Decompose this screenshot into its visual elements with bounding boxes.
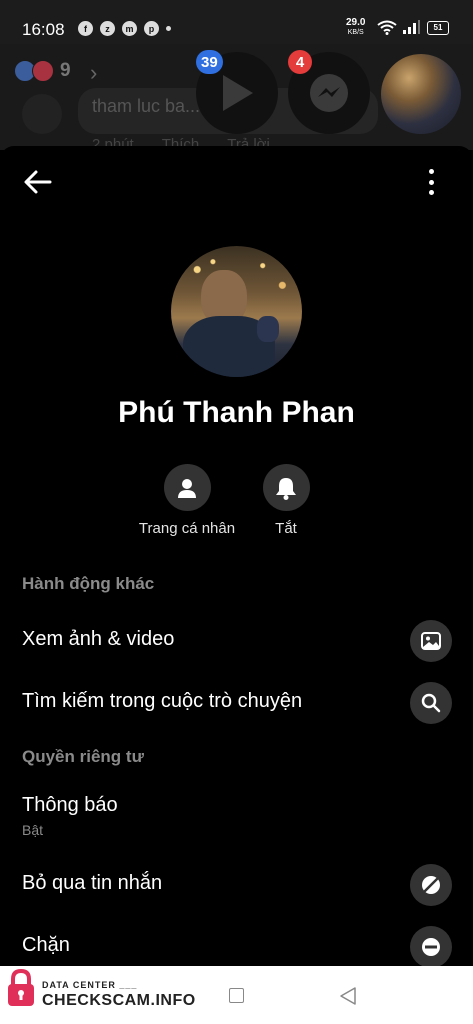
profile-name: Phú Thanh Phan — [118, 396, 355, 429]
reaction-count: 9 — [60, 60, 71, 81]
recents-button[interactable] — [229, 988, 244, 1003]
section-title-privacy: Quyền riêng tư — [22, 747, 144, 766]
chevron-right-icon: › — [90, 60, 98, 85]
search-conversation-label: Tìm kiếm trong cuộc trò chuyện — [22, 690, 303, 712]
ignore-messages-row[interactable]: Bỏ qua tin nhắn — [0, 860, 473, 912]
more-options-icon[interactable] — [420, 166, 442, 198]
facebook-icon: f — [78, 21, 93, 36]
lock-icon — [8, 968, 34, 1006]
commenter-avatar — [22, 94, 62, 134]
zalo-icon: z — [100, 21, 115, 36]
nav-back-icon[interactable] — [338, 986, 358, 1006]
conversation-details-sheet: Phú Thanh Phan Trang cá nhân Tắt Hành độ… — [0, 146, 473, 968]
messenger-icon — [310, 74, 348, 112]
signal-icon — [403, 20, 420, 34]
love-reaction-icon — [32, 60, 54, 82]
network-speed-value: 29.0 — [346, 17, 366, 28]
status-bar: 16:08 f z m p 29.0 KB/S 51 — [0, 0, 473, 44]
system-nav-bar: DATA CENTER ___ CHECKSCAM.INFO — [0, 966, 473, 1024]
video-badge: 39 — [196, 50, 223, 74]
wifi-icon — [377, 20, 397, 35]
picsart-icon: p — [144, 21, 159, 36]
watermark-top: DATA CENTER ___ — [42, 980, 138, 990]
notifications-status: Bật — [22, 822, 44, 838]
view-media-row[interactable]: Xem ảnh & video — [0, 616, 473, 668]
ignore-icon — [410, 864, 452, 906]
block-icon — [410, 926, 452, 968]
messenger-badge: 4 — [288, 50, 312, 74]
notifications-label: Thông báo — [22, 794, 118, 816]
battery-icon: 51 — [427, 21, 449, 35]
search-icon — [410, 682, 452, 724]
reactions: 9 — [14, 60, 71, 82]
bell-icon — [262, 464, 310, 511]
status-time: 16:08 — [22, 20, 65, 39]
block-label: Chặn — [22, 934, 70, 956]
profile-chat-head[interactable] — [381, 54, 461, 134]
ignore-messages-label: Bỏ qua tin nhắn — [22, 872, 163, 894]
network-speed: 29.0 KB/S — [346, 18, 365, 38]
back-arrow-icon[interactable] — [22, 168, 54, 196]
notifications-row[interactable]: Thông báo Bật — [0, 782, 473, 838]
profile-photo[interactable] — [171, 246, 302, 377]
messenger-icon: m — [122, 21, 137, 36]
notification-icons: f z m p — [78, 21, 171, 36]
person-icon — [163, 464, 211, 511]
mute-button[interactable]: Tắt — [221, 464, 351, 537]
watermark-main: CHECKSCAM.INFO — [42, 992, 196, 1009]
network-speed-unit: KB/S — [347, 29, 364, 36]
play-icon — [223, 75, 253, 111]
more-notifications-dot — [166, 26, 171, 31]
image-icon — [410, 620, 452, 662]
mute-label: Tắt — [275, 520, 297, 537]
section-title-actions: Hành động khác — [22, 574, 155, 593]
search-conversation-row[interactable]: Tìm kiếm trong cuộc trò chuyện — [0, 678, 473, 730]
view-media-label: Xem ảnh & video — [22, 628, 175, 650]
